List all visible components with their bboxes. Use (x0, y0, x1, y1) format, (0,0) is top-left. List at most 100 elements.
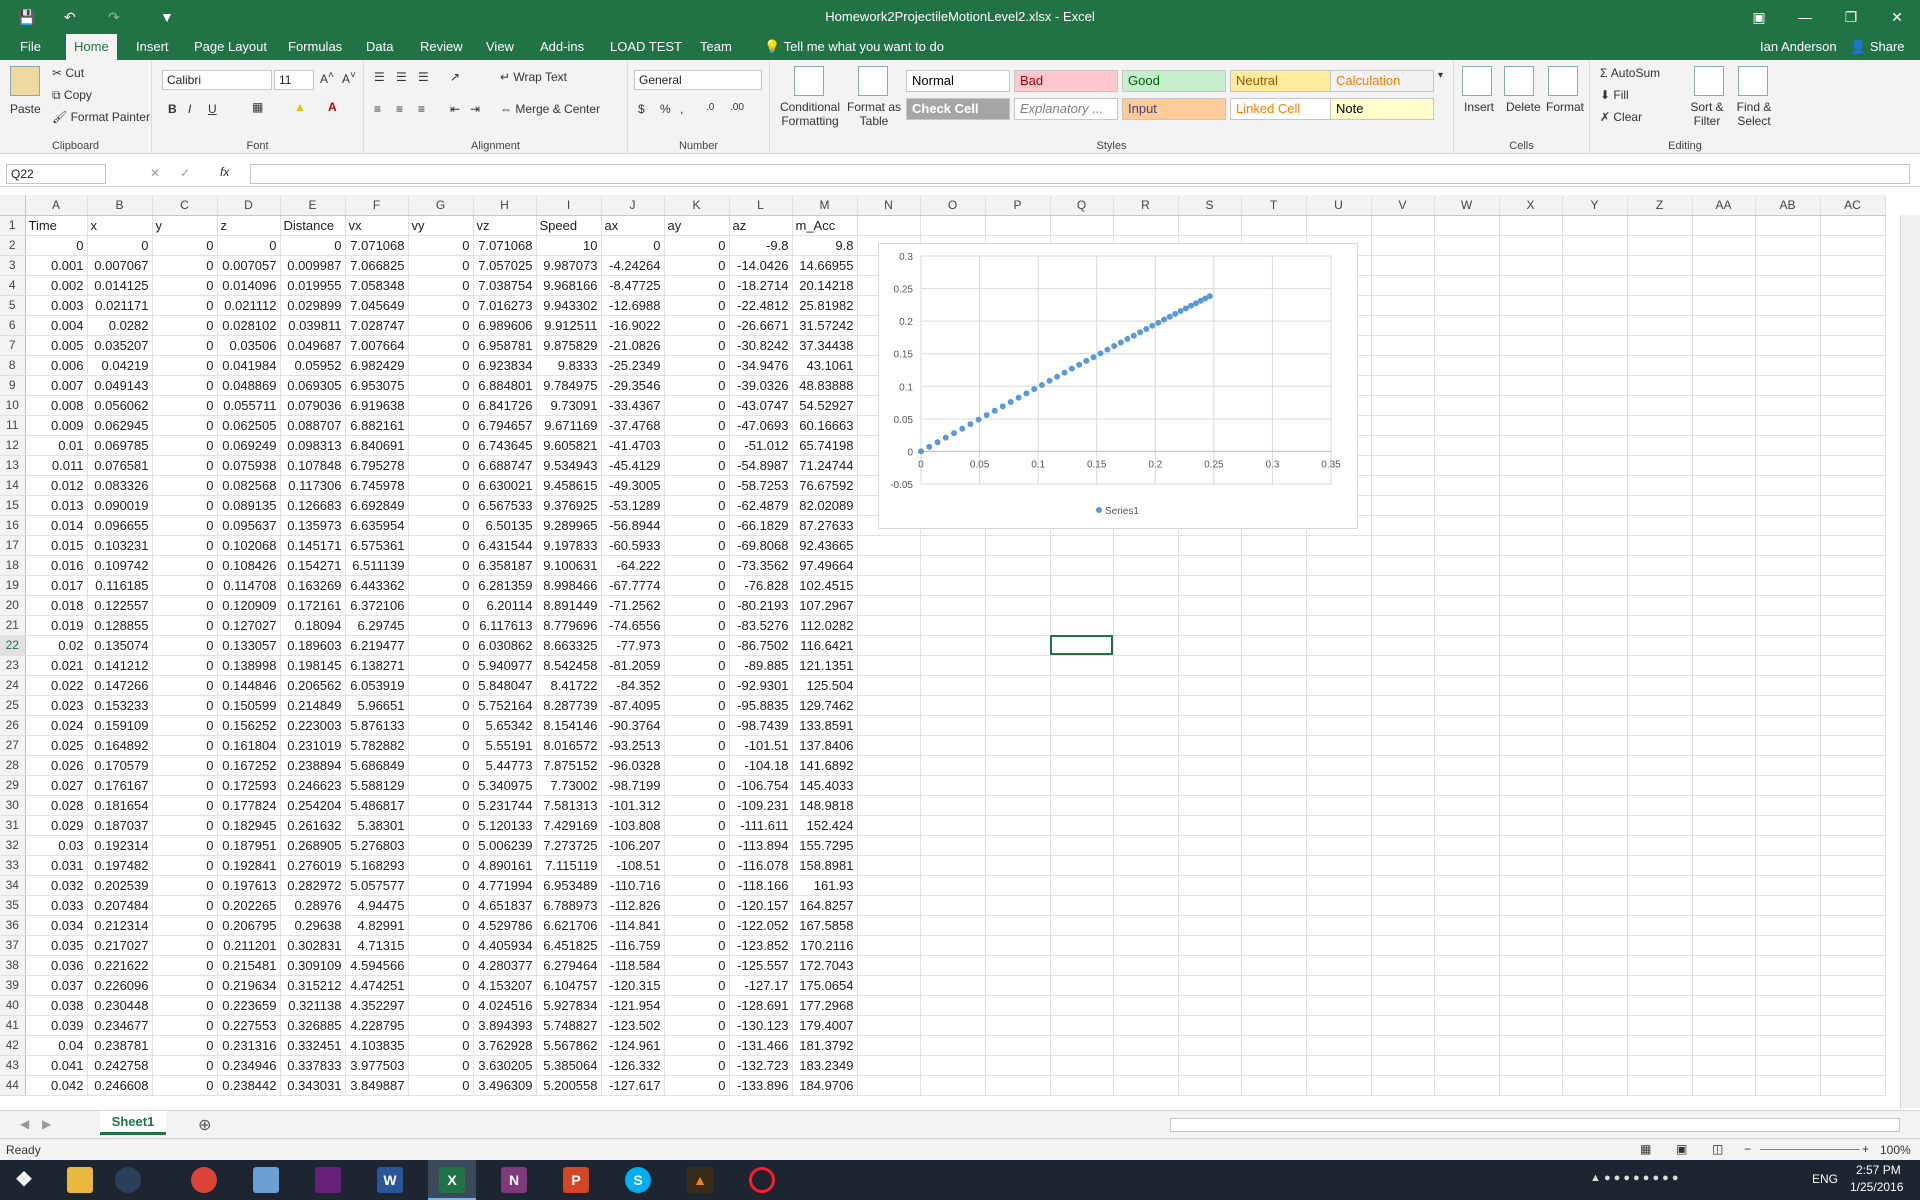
data-cell[interactable]: 9.912511 (536, 315, 602, 336)
empty-cell[interactable] (1692, 1035, 1756, 1056)
data-cell[interactable]: -58.7253 (729, 475, 793, 496)
data-cell[interactable]: 92.43665 (792, 535, 858, 556)
data-cell[interactable]: 145.4033 (792, 775, 858, 796)
empty-cell[interactable] (1434, 355, 1500, 376)
empty-cell[interactable] (1499, 895, 1563, 916)
empty-cell[interactable] (1178, 855, 1242, 876)
data-cell[interactable]: 76.67592 (792, 475, 858, 496)
row-header[interactable]: 1 (0, 215, 26, 236)
data-cell[interactable]: 6.138271 (345, 655, 409, 676)
data-cell[interactable]: -54.8987 (729, 455, 793, 476)
empty-cell[interactable] (1755, 955, 1821, 976)
header-cell[interactable]: y (152, 215, 218, 236)
data-cell[interactable]: 9.605821 (536, 435, 602, 456)
empty-cell[interactable] (1499, 575, 1563, 596)
empty-cell[interactable] (1820, 235, 1886, 256)
empty-cell[interactable] (1627, 1015, 1693, 1036)
data-cell[interactable]: 6.117613 (473, 615, 537, 636)
data-cell[interactable]: 0 (408, 615, 474, 636)
data-cell[interactable]: 0.321138 (280, 995, 346, 1016)
data-cell[interactable]: 9.784975 (536, 375, 602, 396)
empty-cell[interactable] (1178, 1075, 1242, 1096)
data-cell[interactable]: 6.50135 (473, 515, 537, 536)
data-cell[interactable]: 0 (408, 835, 474, 856)
empty-cell[interactable] (920, 595, 986, 616)
minimize-button[interactable]: — (1782, 0, 1828, 34)
data-cell[interactable]: 0 (664, 975, 730, 996)
data-cell[interactable]: 133.8591 (792, 715, 858, 736)
data-cell[interactable]: -74.6556 (601, 615, 665, 636)
empty-cell[interactable] (1050, 755, 1114, 776)
empty-cell[interactable] (1371, 675, 1435, 696)
data-cell[interactable]: -118.166 (729, 875, 793, 896)
empty-cell[interactable] (1627, 215, 1693, 236)
data-cell[interactable]: 0.246608 (87, 1075, 153, 1096)
data-cell[interactable]: 0.090019 (87, 495, 153, 516)
empty-cell[interactable] (1178, 595, 1242, 616)
empty-cell[interactable] (1820, 275, 1886, 296)
data-cell[interactable]: 0 (408, 995, 474, 1016)
empty-cell[interactable] (1562, 355, 1628, 376)
empty-cell[interactable] (1820, 515, 1886, 536)
data-cell[interactable]: 0 (664, 615, 730, 636)
empty-cell[interactable] (1050, 815, 1114, 836)
data-cell[interactable]: 0.231316 (217, 1035, 281, 1056)
empty-cell[interactable] (1755, 635, 1821, 656)
data-cell[interactable]: 5.486817 (345, 795, 409, 816)
data-cell[interactable]: -92.9301 (729, 675, 793, 696)
empty-cell[interactable] (1820, 395, 1886, 416)
empty-cell[interactable] (1178, 835, 1242, 856)
empty-cell[interactable] (1755, 675, 1821, 696)
empty-cell[interactable] (1306, 535, 1372, 556)
empty-cell[interactable] (1627, 255, 1693, 276)
empty-cell[interactable] (1755, 655, 1821, 676)
empty-cell[interactable] (1627, 815, 1693, 836)
empty-cell[interactable] (985, 535, 1051, 556)
data-cell[interactable]: 6.635954 (345, 515, 409, 536)
data-cell[interactable]: -121.954 (601, 995, 665, 1016)
empty-cell[interactable] (1306, 895, 1372, 916)
data-cell[interactable]: 0.012 (25, 475, 88, 496)
empty-cell[interactable] (1692, 475, 1756, 496)
data-cell[interactable]: -113.894 (729, 835, 793, 856)
empty-cell[interactable] (1627, 235, 1693, 256)
empty-cell[interactable] (1241, 935, 1307, 956)
empty-cell[interactable] (1241, 1015, 1307, 1036)
empty-cell[interactable] (920, 975, 986, 996)
empty-cell[interactable] (1562, 715, 1628, 736)
empty-cell[interactable] (920, 695, 986, 716)
empty-cell[interactable] (1241, 915, 1307, 936)
data-cell[interactable]: -125.557 (729, 955, 793, 976)
data-cell[interactable]: 0 (664, 595, 730, 616)
data-cell[interactable]: 0 (664, 795, 730, 816)
empty-cell[interactable] (1627, 1055, 1693, 1076)
empty-cell[interactable] (920, 615, 986, 636)
data-cell[interactable]: 0.206795 (217, 915, 281, 936)
empty-cell[interactable] (1562, 1075, 1628, 1096)
data-cell[interactable]: 4.771994 (473, 875, 537, 896)
empty-cell[interactable] (1050, 955, 1114, 976)
data-cell[interactable]: 0.261632 (280, 815, 346, 836)
row-header[interactable]: 9 (0, 375, 26, 396)
data-cell[interactable]: -29.3546 (601, 375, 665, 396)
paste-icon[interactable] (10, 66, 40, 96)
empty-cell[interactable] (1820, 955, 1886, 976)
data-cell[interactable]: 4.890161 (473, 855, 537, 876)
empty-cell[interactable] (1241, 1055, 1307, 1076)
empty-cell[interactable] (985, 835, 1051, 856)
empty-cell[interactable] (1692, 555, 1756, 576)
data-cell[interactable]: 0.095637 (217, 515, 281, 536)
sort-filter-icon[interactable] (1694, 66, 1724, 96)
data-cell[interactable]: 0.023 (25, 695, 88, 716)
data-cell[interactable]: 7.028747 (345, 315, 409, 336)
empty-cell[interactable] (920, 935, 986, 956)
data-cell[interactable]: 9.73091 (536, 395, 602, 416)
font-size-select[interactable]: 11 (274, 70, 314, 90)
empty-cell[interactable] (1371, 455, 1435, 476)
data-cell[interactable]: 0 (217, 235, 281, 256)
empty-cell[interactable] (1755, 975, 1821, 996)
data-cell[interactable]: 0.163269 (280, 575, 346, 596)
data-cell[interactable]: -53.1289 (601, 495, 665, 516)
empty-cell[interactable] (1434, 935, 1500, 956)
empty-cell[interactable] (985, 955, 1051, 976)
